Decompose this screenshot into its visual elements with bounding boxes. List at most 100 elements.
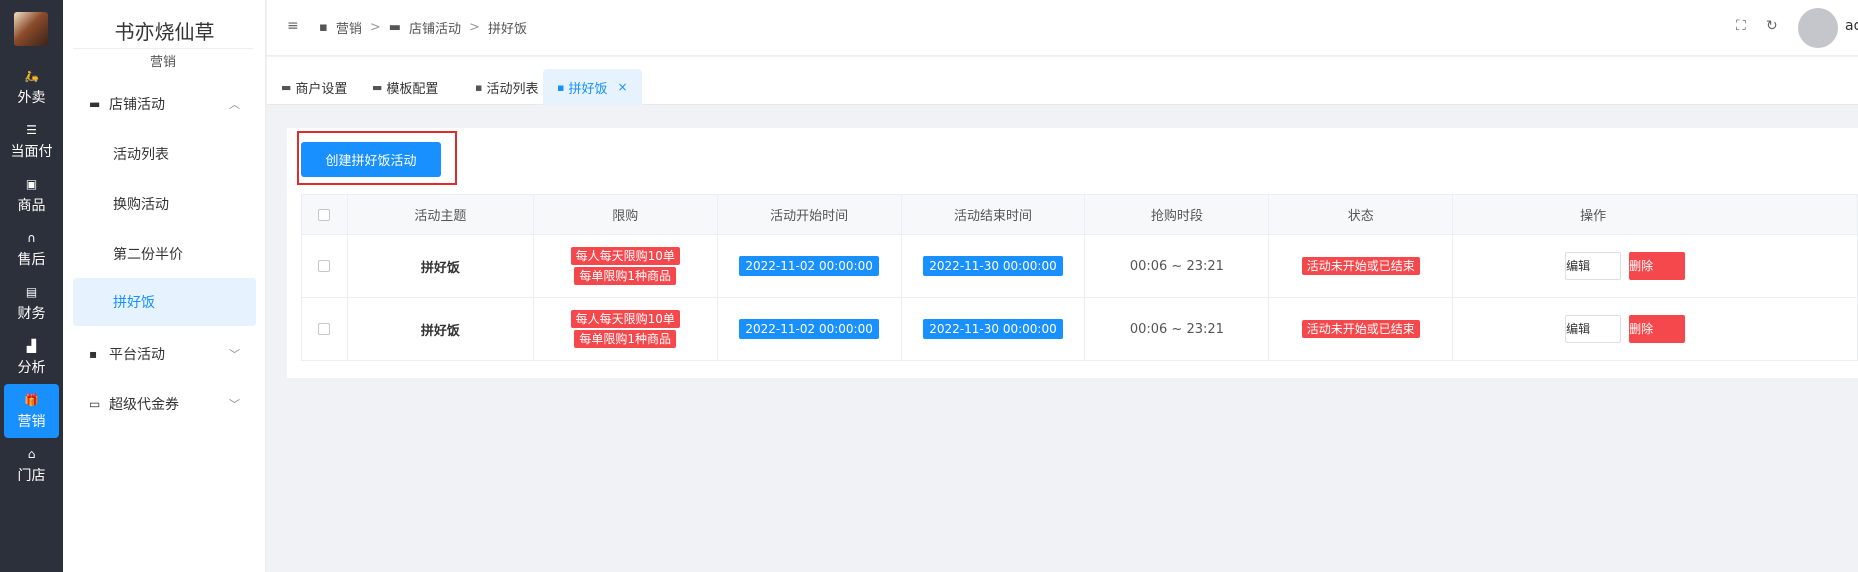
rail-item-label: 外卖 xyxy=(17,89,46,106)
rail-item-pay[interactable]: ☰ 当面付 xyxy=(4,114,59,168)
status-badge: 活动未开始或已结束 xyxy=(1301,257,1420,275)
end-time-cell: 2022-11-30 00:00:00 xyxy=(900,234,1086,298)
tab-template-config[interactable]: ▬ 模板配置 xyxy=(358,69,452,105)
shop-icon: ▬ xyxy=(281,80,292,94)
tab-label: 模板配置 xyxy=(386,81,439,97)
actions-cell: 编辑 删除 xyxy=(1452,297,1858,361)
end-time-tag: 2022-11-30 00:00:00 xyxy=(923,256,1063,276)
username[interactable]: ad xyxy=(1845,18,1858,34)
column-header: 限购 xyxy=(532,194,718,235)
rail-item-finance[interactable]: ▤ 财务 xyxy=(4,276,59,330)
menu-item-activity-list[interactable]: 活动列表 xyxy=(73,130,256,178)
menu-group-store-activity[interactable]: ▬ 店铺活动 ︿ xyxy=(73,84,256,124)
start-time-tag: 2022-11-02 00:00:00 xyxy=(739,256,879,276)
ticket-icon: ▭ xyxy=(89,397,101,411)
column-header: 活动主题 xyxy=(346,194,534,235)
tab-activity-list[interactable]: ▪ 活动列表 xyxy=(461,69,552,105)
limit-cell: 每人每天限购10单 每单限购1种商品 xyxy=(532,297,718,361)
select-all-checkbox[interactable] xyxy=(318,208,331,221)
menu-group-platform-activity[interactable]: ▪ 平台活动 ﹀ xyxy=(73,334,256,374)
row-checkbox[interactable] xyxy=(318,323,331,335)
tab-label: 商户设置 xyxy=(295,81,348,97)
row-select-cell xyxy=(301,297,348,361)
breadcrumb: ▪ 营销 > ▬ 店铺活动 > 拼好饭 xyxy=(319,18,527,37)
end-time-cell: 2022-11-30 00:00:00 xyxy=(900,297,1086,361)
breadcrumb-item[interactable]: 店铺活动 xyxy=(409,18,461,37)
shop-name: 书亦烧仙草 xyxy=(114,20,215,44)
side-menu: 书亦烧仙草 营销 ▬ 店铺活动 ︿ 活动列表 换购活动 第二份半价 拼好饭 ▪ … xyxy=(63,0,266,572)
shop-icon: ▬ xyxy=(372,80,383,94)
breadcrumb-item[interactable]: 营销 xyxy=(336,18,362,37)
breadcrumb-separator: > xyxy=(469,20,480,35)
rail-item-label: 当面付 xyxy=(10,143,53,160)
gift-icon: ▪ xyxy=(319,20,328,35)
delete-button[interactable]: 删除 xyxy=(1629,252,1686,280)
status-badge: 活动未开始或已结束 xyxy=(1301,320,1420,338)
menu-item-pinhaofan[interactable]: 拼好饭 xyxy=(73,278,256,326)
rail-item-analysis[interactable]: ▟ 分析 xyxy=(4,330,59,384)
column-header: 活动开始时间 xyxy=(716,194,902,235)
menu-group-label: 平台活动 xyxy=(109,347,165,363)
column-header: 抢购时段 xyxy=(1084,194,1270,235)
row-checkbox[interactable] xyxy=(318,260,331,272)
menu-item-second-half[interactable]: 第二份半价 xyxy=(73,230,256,278)
column-header: 操作 xyxy=(1452,194,1858,235)
period-cell: 00:06 ~ 23:21 xyxy=(1084,297,1270,361)
column-header: 活动结束时间 xyxy=(900,194,1086,235)
tab-pinhaofan[interactable]: ▪ 拼好饭 × xyxy=(543,69,642,105)
rail-item-takeout[interactable]: 🛵 外卖 xyxy=(4,60,59,114)
rail-item-store[interactable]: ⌂ 门店 xyxy=(4,438,59,492)
period-cell: 00:06 ~ 23:21 xyxy=(1084,234,1270,298)
start-time-tag: 2022-11-02 00:00:00 xyxy=(739,319,879,339)
chevron-up-icon: ︿ xyxy=(229,98,240,111)
tab-label: 活动列表 xyxy=(486,81,539,97)
tab-label: 拼好饭 xyxy=(568,81,608,97)
gift-icon: ▪ xyxy=(475,80,483,94)
column-header: 状态 xyxy=(1268,194,1454,235)
menu-group-super-coupon[interactable]: ▭ 超级代金券 ﹀ xyxy=(73,384,256,424)
limit-tag: 每单限购1种商品 xyxy=(574,267,677,285)
table-row: 拼好饭 每人每天限购10单 每单限购1种商品 2022-11-02 00:00:… xyxy=(301,297,1858,361)
bar-chart-icon: ▟ xyxy=(26,338,37,353)
basket-icon: ▣ xyxy=(25,176,38,191)
start-time-cell: 2022-11-02 00:00:00 xyxy=(716,297,902,361)
tab-merchant-settings[interactable]: ▬ 商户设置 xyxy=(267,69,361,105)
activity-table: 活动主题 限购 活动开始时间 活动结束时间 抢购时段 状态 操作 拼好饭 每人每… xyxy=(301,194,1858,361)
start-time-cell: 2022-11-02 00:00:00 xyxy=(716,234,902,298)
select-all-cell xyxy=(301,194,348,235)
avatar[interactable] xyxy=(1798,8,1838,48)
activity-subject: 拼好饭 xyxy=(346,234,534,298)
create-activity-button[interactable]: 创建拼好饭活动 xyxy=(301,142,441,177)
edit-button[interactable]: 编辑 xyxy=(1565,315,1622,343)
rail-item-goods[interactable]: ▣ 商品 xyxy=(4,168,59,222)
close-icon[interactable]: × xyxy=(617,80,627,94)
row-select-cell xyxy=(301,234,348,298)
top-header: ≡ ▪ 营销 > ▬ 店铺活动 > 拼好饭 ⛶ ↻ ad xyxy=(267,0,1858,56)
breadcrumb-separator: > xyxy=(369,20,381,35)
rail-item-label: 营销 xyxy=(17,413,46,430)
limit-tag: 每单限购1种商品 xyxy=(574,330,677,348)
menu-item-exchange[interactable]: 换购活动 xyxy=(73,180,256,228)
table-row: 拼好饭 每人每天限购10单 每单限购1种商品 2022-11-02 00:00:… xyxy=(301,234,1858,298)
rail-item-label: 财务 xyxy=(17,305,46,322)
shop-logo xyxy=(14,12,48,46)
menu-group-label: 超级代金券 xyxy=(109,397,179,413)
table-header: 活动主题 限购 活动开始时间 活动结束时间 抢购时段 状态 操作 xyxy=(301,194,1858,235)
end-time-tag: 2022-11-30 00:00:00 xyxy=(923,319,1063,339)
scooter-icon: 🛵 xyxy=(24,68,39,83)
delete-button[interactable]: 删除 xyxy=(1629,315,1686,343)
status-cell: 活动未开始或已结束 xyxy=(1268,234,1454,298)
menu-group-label: 店铺活动 xyxy=(109,97,165,113)
gift-icon: ▪ xyxy=(89,347,98,361)
rail-item-label: 门店 xyxy=(17,467,46,484)
rail-item-marketing[interactable]: 🎁 营销 xyxy=(4,384,59,438)
collapse-menu-icon[interactable]: ≡ xyxy=(287,18,299,34)
gift-icon: ▪ xyxy=(557,80,565,94)
edit-button[interactable]: 编辑 xyxy=(1565,252,1622,280)
fullscreen-icon[interactable]: ⛶ xyxy=(1736,18,1746,34)
refresh-icon[interactable]: ↻ xyxy=(1766,18,1778,34)
activity-card: 创建拼好饭活动 活动主题 限购 活动开始时间 活动结束时间 抢购时段 状态 操作 xyxy=(287,128,1858,378)
rail-item-aftersale[interactable]: ∩ 售后 xyxy=(4,222,59,276)
menu-section-title: 营销 xyxy=(73,48,253,70)
chevron-down-icon: ﹀ xyxy=(229,398,240,411)
